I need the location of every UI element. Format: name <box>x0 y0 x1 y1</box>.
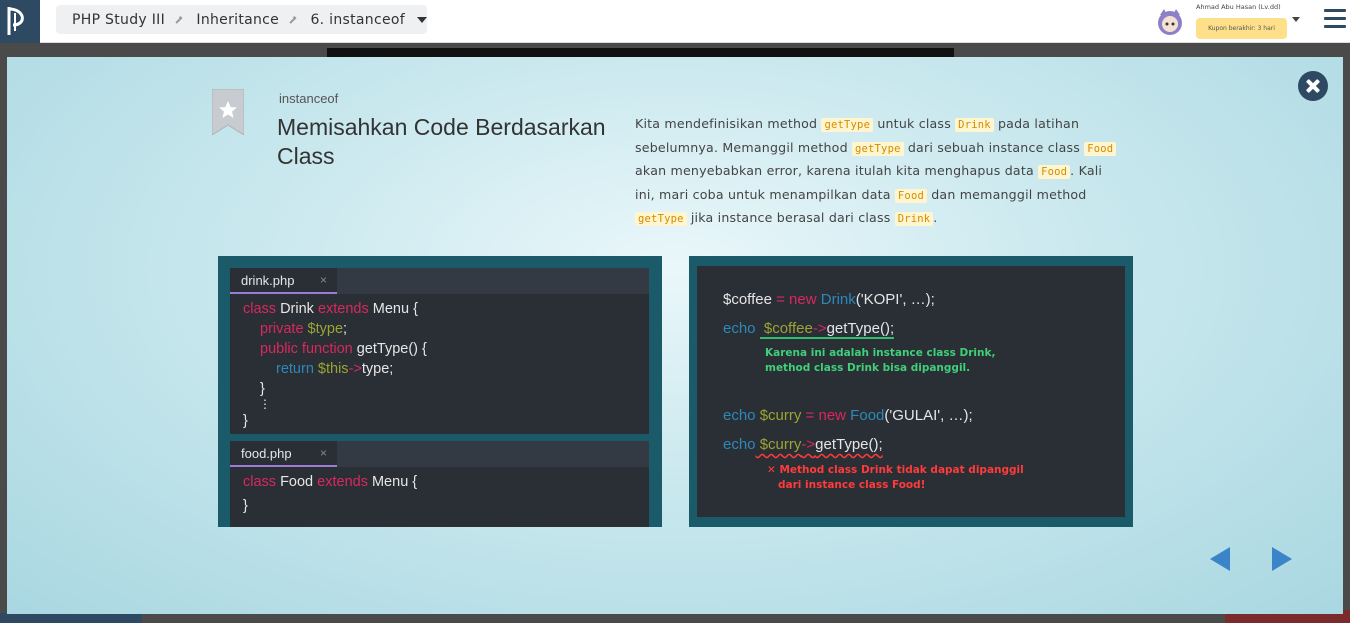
code-line: echo $curry = new Food('GULAI', …); <box>723 407 973 424</box>
hamburger-menu-icon[interactable] <box>1324 9 1346 29</box>
code-keyword: Food <box>1084 141 1117 156</box>
breadcrumb-course[interactable]: PHP Study III <box>72 12 165 28</box>
lesson-kicker: instanceof <box>279 91 339 106</box>
code-keyword: getType <box>851 141 904 156</box>
bookmark-icon[interactable] <box>212 89 244 135</box>
code-line: public function getType() { <box>260 341 427 357</box>
code-line: echo $coffee->getType(); <box>723 320 895 339</box>
code-keyword: Drink <box>894 212 934 226</box>
code-keyword: Drink <box>955 118 994 132</box>
file-tab-drink[interactable]: drink.php × <box>230 268 337 294</box>
code-line: class Food extends Menu { <box>243 474 418 490</box>
code-keyword: Food <box>894 188 927 203</box>
close-tab-icon[interactable]: × <box>320 273 327 287</box>
drink-editor: drink.php × class Drink extends Menu { p… <box>230 268 649 434</box>
food-editor: food.php × class Food extends Menu { } <box>230 441 649 527</box>
code-block: class Food extends Menu { } <box>230 467 649 514</box>
success-note: Karena ini adalah instance class Drink, … <box>765 347 996 374</box>
chevron-right-icon <box>288 15 297 24</box>
next-slide-icon[interactable] <box>1272 547 1292 571</box>
user-name: Ahmad Abu Hasan (Lv.dd) <box>1196 3 1281 11</box>
code-line: } <box>243 413 248 429</box>
code-line: ⋮ <box>259 397 271 411</box>
code-block: class Drink extends Menu { private $type… <box>230 294 649 433</box>
editor-tabbar: food.php × <box>230 441 649 467</box>
code-line: private $type; <box>260 321 348 337</box>
progate-logo[interactable] <box>0 0 40 43</box>
dropdown-caret-icon[interactable] <box>416 16 427 23</box>
avatar[interactable] <box>1155 7 1185 37</box>
code-keyword: getType <box>635 212 687 226</box>
breadcrumb-lesson[interactable]: 6. instanceof <box>310 12 405 28</box>
chevron-right-icon <box>174 15 183 24</box>
code-line: echo $curry->getType(); <box>723 436 883 453</box>
code-line: $coffee = new Drink('KOPI', …); <box>723 291 935 308</box>
code-keyword: Food <box>1038 165 1071 179</box>
user-caret-icon[interactable] <box>1292 17 1300 22</box>
lesson-title: Memisahkan Code Berdasarkan Class <box>277 114 606 169</box>
code-line: } <box>243 498 248 514</box>
lesson-description: Kita mendefinisikan method getType untuk… <box>635 113 1125 231</box>
code-panel: drink.php × class Drink extends Menu { p… <box>218 256 662 527</box>
code-line: class Drink extends Menu { <box>243 301 418 317</box>
close-tab-icon[interactable]: × <box>320 446 327 460</box>
background-sidebar <box>0 613 142 623</box>
editor-tabbar: drink.php × <box>230 268 649 294</box>
slide-modal: instanceof Memisahkan Code Berdasarkan C… <box>7 57 1343 614</box>
previous-slide-icon[interactable] <box>1210 547 1230 571</box>
file-tab-food[interactable]: food.php × <box>230 441 337 467</box>
breadcrumb-chapter[interactable]: Inheritance <box>196 12 279 28</box>
error-note: ✕ Method class Drink tidak dapat dipangg… <box>767 464 1024 491</box>
code-keyword: getType <box>821 118 874 132</box>
example-panel: $coffee = new Drink('KOPI', …); echo $co… <box>689 256 1133 527</box>
user-menu[interactable]: Ahmad Abu Hasan (Lv.dd) Kupon berakhir: … <box>1155 3 1305 41</box>
close-icon[interactable] <box>1298 71 1328 101</box>
top-navbar: PHP Study III Inheritance 6. instanceof … <box>0 0 1350 43</box>
code-line: } <box>260 381 265 397</box>
breadcrumb: PHP Study III Inheritance 6. instanceof <box>56 5 427 34</box>
coupon-badge: Kupon berakhir: 3 hari <box>1196 18 1287 39</box>
code-example: $coffee = new Drink('KOPI', …); echo $co… <box>697 266 1125 517</box>
code-line: return $this->type; <box>276 361 394 377</box>
